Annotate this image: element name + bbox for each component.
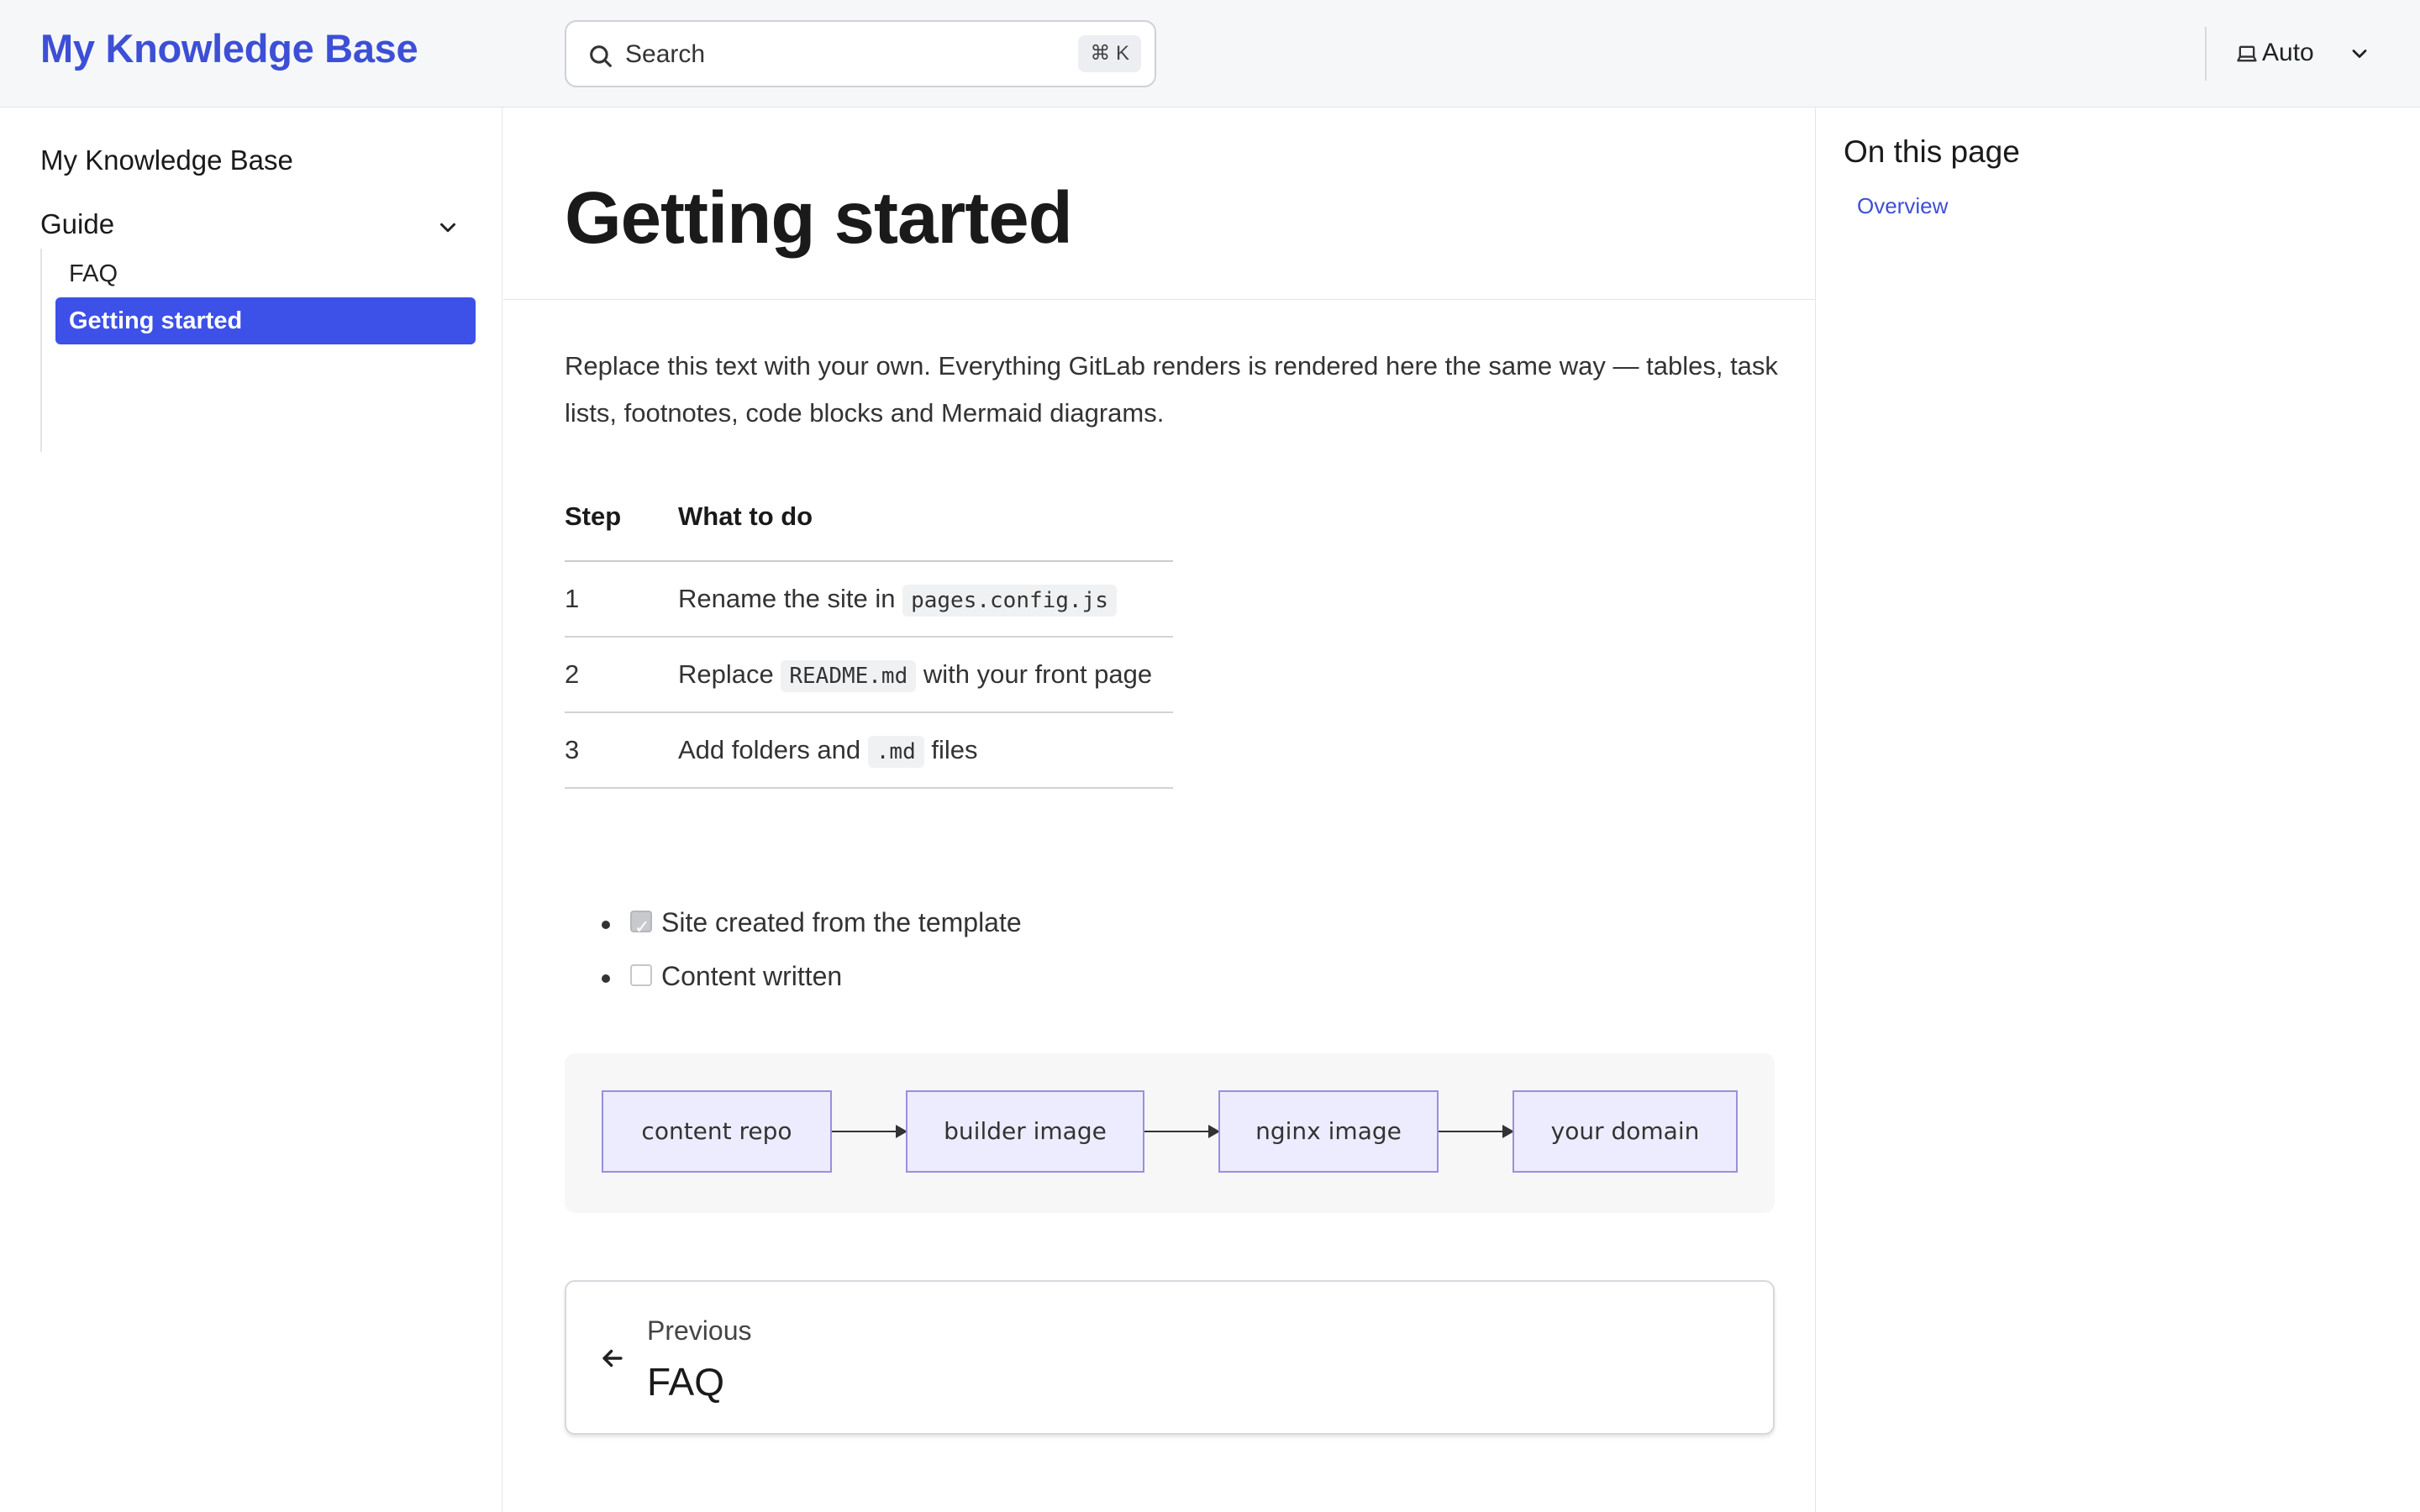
step-text: Add folders and bbox=[678, 735, 868, 764]
diagram-node-your-domain: your domain bbox=[1512, 1090, 1738, 1173]
bullet-dot bbox=[602, 974, 610, 983]
bullet-dot bbox=[602, 921, 610, 929]
table-row: 1 Rename the site in pages.config.js bbox=[565, 561, 1173, 638]
theme-select-value: Auto bbox=[2262, 39, 2314, 66]
task-item: Content written bbox=[565, 953, 842, 1006]
step-text: with your front page bbox=[916, 659, 1153, 689]
diagram-node-nginx-image: nginx image bbox=[1218, 1090, 1439, 1173]
sidebar-item-getting-started[interactable]: Getting started bbox=[55, 297, 476, 344]
main-content: Getting started Replace this text with y… bbox=[503, 108, 1816, 1512]
step-text: Replace bbox=[678, 659, 781, 689]
task-label: Content written bbox=[661, 961, 843, 991]
task-checkbox-unchecked[interactable] bbox=[630, 964, 652, 986]
site-brand-link[interactable]: My Knowledge Base bbox=[40, 25, 418, 71]
sidebar-item-faq[interactable]: FAQ bbox=[55, 250, 476, 297]
laptop-icon bbox=[2237, 45, 2257, 62]
chevron-down-icon bbox=[2352, 50, 2367, 58]
diagram-node-builder-image: builder image bbox=[906, 1090, 1144, 1173]
chevron-down-icon[interactable] bbox=[435, 215, 460, 240]
sidebar-group-guide[interactable]: Guide bbox=[40, 208, 460, 250]
previous-page-link[interactable]: Previous FAQ bbox=[565, 1280, 1775, 1435]
page-title: Getting started bbox=[565, 177, 1073, 259]
diagram-arrow bbox=[1144, 1125, 1220, 1138]
step-description: Replace README.md with your front page bbox=[678, 637, 1173, 713]
search-icon bbox=[590, 45, 612, 67]
sidebar-title[interactable]: My Knowledge Base bbox=[40, 144, 293, 176]
header-divider bbox=[2205, 27, 2207, 81]
table-of-contents: On this page Overview bbox=[1817, 108, 2420, 1512]
inline-code: pages.config.js bbox=[902, 585, 1117, 617]
toc-title: On this page bbox=[1844, 134, 2020, 169]
previous-label: Previous bbox=[647, 1315, 752, 1346]
table-header-row: Step What to do bbox=[565, 472, 1173, 562]
task-item: Site created from the template bbox=[565, 899, 1022, 953]
step-description: Add folders and .md files bbox=[678, 712, 1173, 789]
mermaid-diagram: content repo builder image nginx image y… bbox=[565, 1053, 1775, 1213]
search-shortcut-badge: ⌘ K bbox=[1078, 35, 1141, 72]
task-label: Site created from the template bbox=[661, 907, 1022, 937]
previous-page-title: FAQ bbox=[647, 1360, 725, 1404]
step-text: files bbox=[923, 735, 978, 764]
toc-link-overview[interactable]: Overview bbox=[1857, 193, 1948, 219]
diagram-arrow bbox=[832, 1125, 908, 1138]
step-number: 1 bbox=[565, 561, 678, 638]
inline-code: README.md bbox=[781, 660, 917, 692]
diagram-node-content-repo: content repo bbox=[602, 1090, 832, 1173]
table-row: 3 Add folders and .md files bbox=[565, 712, 1173, 789]
arrow-left-icon bbox=[602, 1349, 623, 1368]
diagram-arrow bbox=[1439, 1125, 1514, 1138]
theme-select[interactable]: Auto bbox=[2232, 30, 2383, 77]
step-description: Rename the site in pages.config.js bbox=[678, 561, 1173, 638]
inline-code: .md bbox=[867, 736, 924, 768]
step-text: Rename the site in bbox=[678, 584, 903, 613]
column-header-step: Step bbox=[565, 472, 678, 562]
intro-paragraph: Replace this text with your own. Everyth… bbox=[565, 351, 1778, 428]
step-number: 3 bbox=[565, 712, 678, 789]
steps-table: Step What to do 1 Rename the site in pag… bbox=[565, 472, 1173, 789]
search-label: Search bbox=[625, 40, 706, 68]
search-button[interactable]: Search ⌘ K bbox=[565, 20, 1156, 87]
step-number: 2 bbox=[565, 637, 678, 713]
task-list: Site created from the template Content w… bbox=[565, 899, 1022, 1006]
sidebar-group-label: Guide bbox=[40, 208, 115, 239]
title-divider bbox=[503, 299, 1816, 300]
column-header-what-to-do: What to do bbox=[678, 472, 1173, 562]
top-header: My Knowledge Base Search ⌘ K Auto bbox=[0, 0, 2420, 108]
sidebar-nav: My Knowledge Base Guide FAQ Getting star… bbox=[0, 108, 502, 1512]
table-row: 2 Replace README.md with your front page bbox=[565, 637, 1173, 713]
task-checkbox-checked[interactable] bbox=[630, 904, 652, 951]
sidebar-tree-line bbox=[40, 249, 42, 452]
